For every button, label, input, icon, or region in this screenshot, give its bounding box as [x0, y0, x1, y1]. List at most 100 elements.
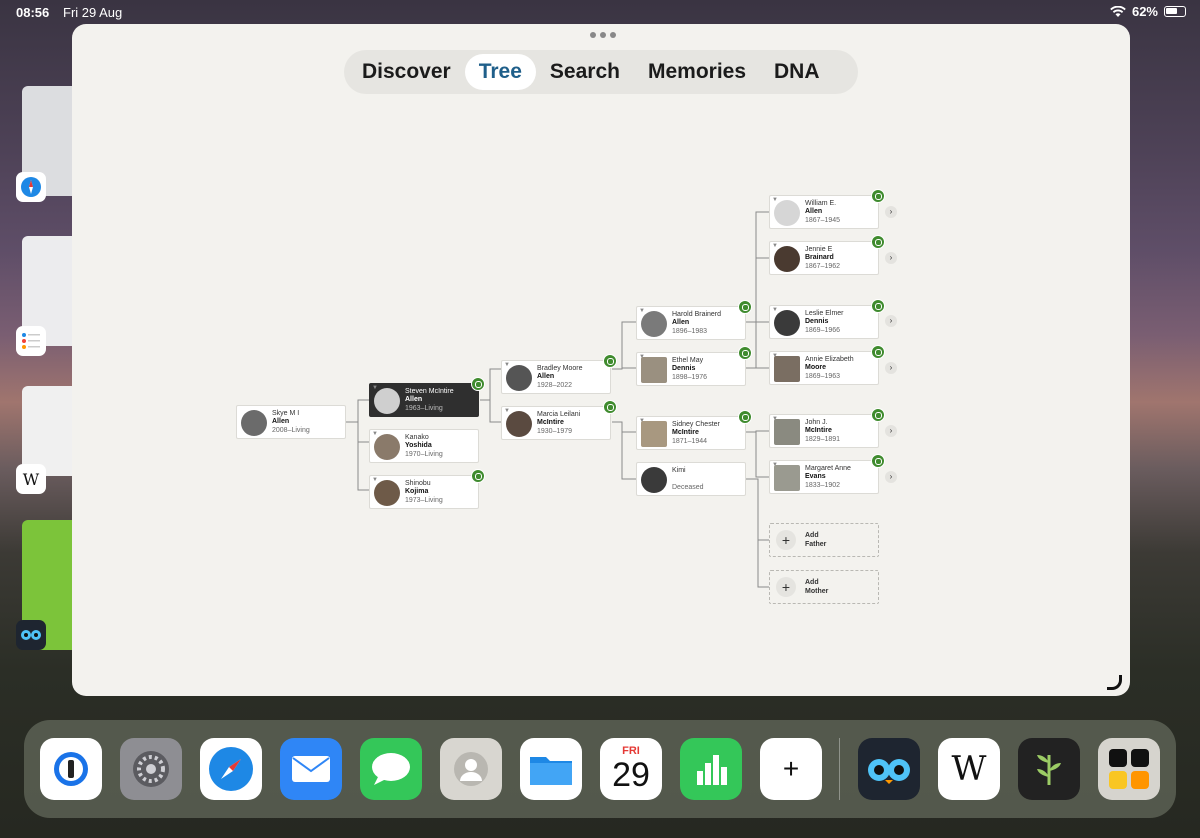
- reminders-icon[interactable]: [16, 326, 46, 356]
- ancestry-icon[interactable]: [1018, 738, 1080, 800]
- messages-icon[interactable]: [360, 738, 422, 800]
- person-dates: 1867–1962: [805, 263, 841, 270]
- app-switcher-strip: W: [0, 80, 72, 660]
- leaf-hint-icon[interactable]: [471, 377, 485, 391]
- owl-app-icon[interactable]: [16, 620, 46, 650]
- leaf-hint-icon[interactable]: [871, 189, 885, 203]
- window-thumbnail-notes[interactable]: [22, 386, 72, 476]
- leaf-hint-icon[interactable]: [871, 235, 885, 249]
- person-dates: 1871–1944: [672, 438, 708, 445]
- safari-icon[interactable]: [16, 172, 46, 202]
- avatar: [374, 434, 400, 460]
- person-last-name: Dennis: [805, 318, 829, 325]
- person-card-marcia[interactable]: ▼ Marcia Leilani McIntire 1930–1979: [501, 400, 617, 440]
- dock-separator: [839, 738, 840, 800]
- person-card-bradley[interactable]: ▼ Bradley Moore Allen 1928–2022: [501, 354, 617, 394]
- person-dates: 1869–1963: [805, 373, 841, 380]
- person-first-name: Margaret Anne: [805, 465, 851, 472]
- safari-icon[interactable]: [200, 738, 262, 800]
- tree-marker-icon: ▼: [772, 307, 778, 313]
- files-icon[interactable]: [520, 738, 582, 800]
- person-last-name: Moore: [805, 364, 826, 371]
- person-first-name: John J.: [805, 419, 828, 426]
- person-card-sidney[interactable]: ▼ Sidney Chester McIntire 1871–1944: [636, 410, 752, 450]
- person-dates: 1930–1979: [537, 428, 573, 435]
- add-relation-label: Father: [805, 541, 827, 548]
- person-last-name: Allen: [537, 373, 555, 380]
- app-folder-icon[interactable]: [1098, 738, 1160, 800]
- avatar: [374, 388, 400, 414]
- leaf-hint-icon[interactable]: [871, 454, 885, 468]
- person-last-name: McIntire: [672, 429, 699, 436]
- person-card-skye[interactable]: Skye M I Allen 2008–Living: [236, 405, 346, 439]
- tree-marker-icon: ▼: [639, 308, 645, 314]
- person-card-ethel[interactable]: ▼ Ethel May Dennis 1898–1976: [636, 346, 752, 386]
- avatar: [374, 480, 400, 506]
- person-card-john[interactable]: ▼ John J. McIntire 1829–1891: [769, 408, 885, 448]
- status-bar: 08:56 Fri 29 Aug 62%: [0, 0, 1200, 24]
- person-dates: Deceased: [672, 484, 704, 491]
- tree-marker-icon: ▼: [504, 362, 510, 368]
- leaf-hint-icon[interactable]: [871, 345, 885, 359]
- person-dates: 1829–1891: [805, 436, 841, 443]
- numbers-icon[interactable]: [680, 738, 742, 800]
- leaf-hint-icon[interactable]: [738, 346, 752, 360]
- person-card-steven[interactable]: ▼ Steven McIntire Allen 1963–Living: [369, 377, 485, 417]
- family-tree-canvas[interactable]: Skye M I Allen 2008–Living ▼ Steven McIn…: [72, 24, 1130, 696]
- person-card-kimi[interactable]: Kimi Deceased: [636, 462, 746, 496]
- person-first-name: Marcia Leilani: [537, 411, 581, 418]
- expand-chevron-icon[interactable]: ›: [885, 471, 897, 483]
- wikipedia-icon[interactable]: W: [16, 464, 46, 494]
- battery-icon: [1164, 6, 1186, 17]
- tree-marker-icon: ▼: [772, 197, 778, 203]
- expand-chevron-icon[interactable]: ›: [885, 206, 897, 218]
- person-last-name: McIntire: [805, 427, 832, 434]
- person-dates: 1896–1983: [672, 328, 708, 335]
- leaf-hint-icon[interactable]: [871, 299, 885, 313]
- add-mother-button[interactable]: + Add Mother: [769, 570, 879, 604]
- wikipedia-icon[interactable]: W: [938, 738, 1000, 800]
- leaf-hint-icon[interactable]: [871, 408, 885, 422]
- battery-percent: 62%: [1131, 4, 1158, 19]
- person-last-name: Dennis: [672, 365, 696, 372]
- leaf-hint-icon[interactable]: [738, 300, 752, 314]
- owl-app-icon[interactable]: [858, 738, 920, 800]
- 1password-icon[interactable]: [40, 738, 102, 800]
- expand-chevron-icon[interactable]: ›: [885, 315, 897, 327]
- status-date: Fri 29 Aug: [63, 5, 123, 20]
- person-card-kanako[interactable]: ▼ Kanako Yoshida 1970–Living: [369, 429, 479, 463]
- person-card-jennie[interactable]: ▼ Jennie E Brainard 1867–1962: [769, 235, 885, 275]
- avatar: [774, 310, 800, 336]
- person-last-name: Allen: [672, 319, 690, 326]
- person-dates: 1973–Living: [405, 497, 443, 504]
- mail-icon[interactable]: [280, 738, 342, 800]
- person-first-name: Annie Elizabeth: [805, 356, 854, 363]
- expand-chevron-icon[interactable]: ›: [885, 252, 897, 264]
- add-label: Add: [805, 532, 819, 539]
- person-card-leslie[interactable]: ▼ Leslie Elmer Dennis 1869–1966: [769, 299, 885, 339]
- calendar-icon[interactable]: FRI 29: [600, 738, 662, 800]
- expand-chevron-icon[interactable]: ›: [885, 425, 897, 437]
- person-card-margaret[interactable]: ▼ Margaret Anne Evans 1833–1902: [769, 454, 885, 494]
- person-first-name: Skye M I: [272, 410, 300, 417]
- expand-chevron-icon[interactable]: ›: [885, 362, 897, 374]
- person-card-annie[interactable]: ▼ Annie Elizabeth Moore 1869–1963: [769, 345, 885, 385]
- leaf-hint-icon[interactable]: [603, 400, 617, 414]
- leaf-hint-icon[interactable]: [738, 410, 752, 424]
- person-first-name: Kanako: [405, 434, 429, 441]
- settings-icon[interactable]: [120, 738, 182, 800]
- person-first-name: William E.: [805, 200, 837, 207]
- add-icon[interactable]: +: [760, 738, 822, 800]
- leaf-hint-icon[interactable]: [603, 354, 617, 368]
- avatar: [774, 356, 800, 382]
- person-card-harold[interactable]: ▼ Harold Brainerd Allen 1896–1983: [636, 300, 752, 340]
- add-father-button[interactable]: + Add Father: [769, 523, 879, 557]
- person-card-shinobu[interactable]: ▼ Shinobu Kojima 1973–Living: [369, 469, 485, 509]
- person-dates: 1963–Living: [405, 405, 443, 412]
- leaf-hint-icon[interactable]: [471, 469, 485, 483]
- person-first-name: Jennie E: [805, 246, 833, 253]
- wifi-icon: [1110, 5, 1126, 17]
- person-card-william[interactable]: ▼ William E. Allen 1867–1945: [769, 189, 885, 229]
- contacts-icon[interactable]: [440, 738, 502, 800]
- person-dates: 1898–1976: [672, 374, 708, 381]
